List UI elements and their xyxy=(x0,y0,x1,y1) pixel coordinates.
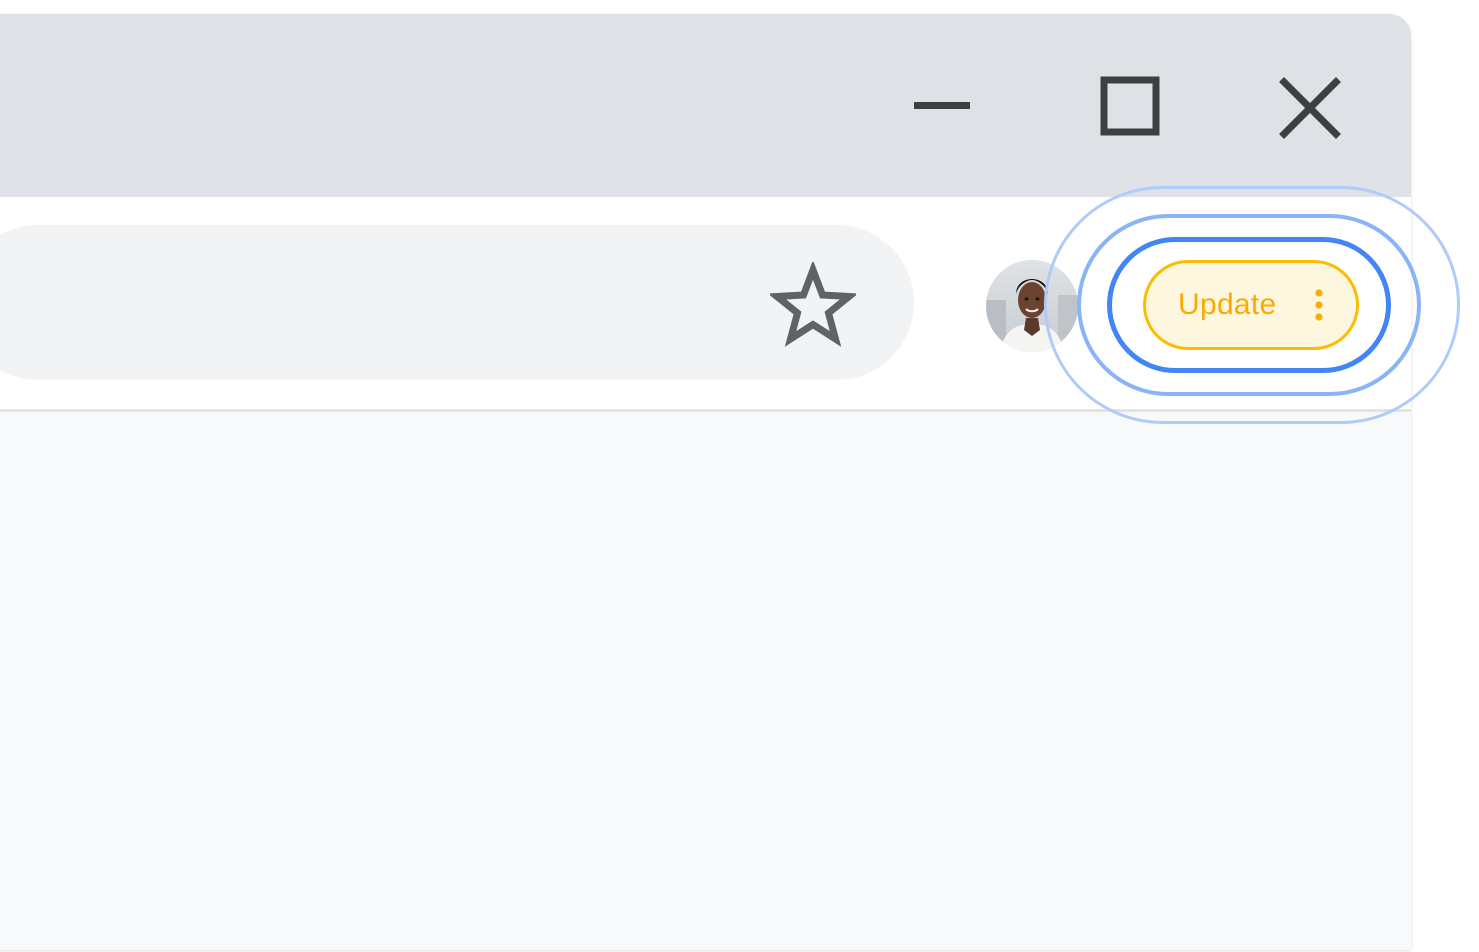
browser-window xyxy=(0,14,1411,950)
page-content xyxy=(0,412,1411,950)
update-button-label: Update xyxy=(1178,288,1277,321)
close-icon xyxy=(1279,77,1341,139)
three-dot-vertical-icon xyxy=(1315,289,1323,321)
minimize-button[interactable] xyxy=(902,68,982,148)
title-bar xyxy=(0,14,1411,197)
minimize-icon xyxy=(914,102,970,109)
maximize-icon xyxy=(1100,76,1160,136)
bookmark-star-icon[interactable] xyxy=(767,260,859,348)
maximize-button[interactable] xyxy=(1090,68,1170,148)
update-button[interactable]: Update xyxy=(1143,260,1359,350)
close-button[interactable] xyxy=(1270,68,1350,148)
